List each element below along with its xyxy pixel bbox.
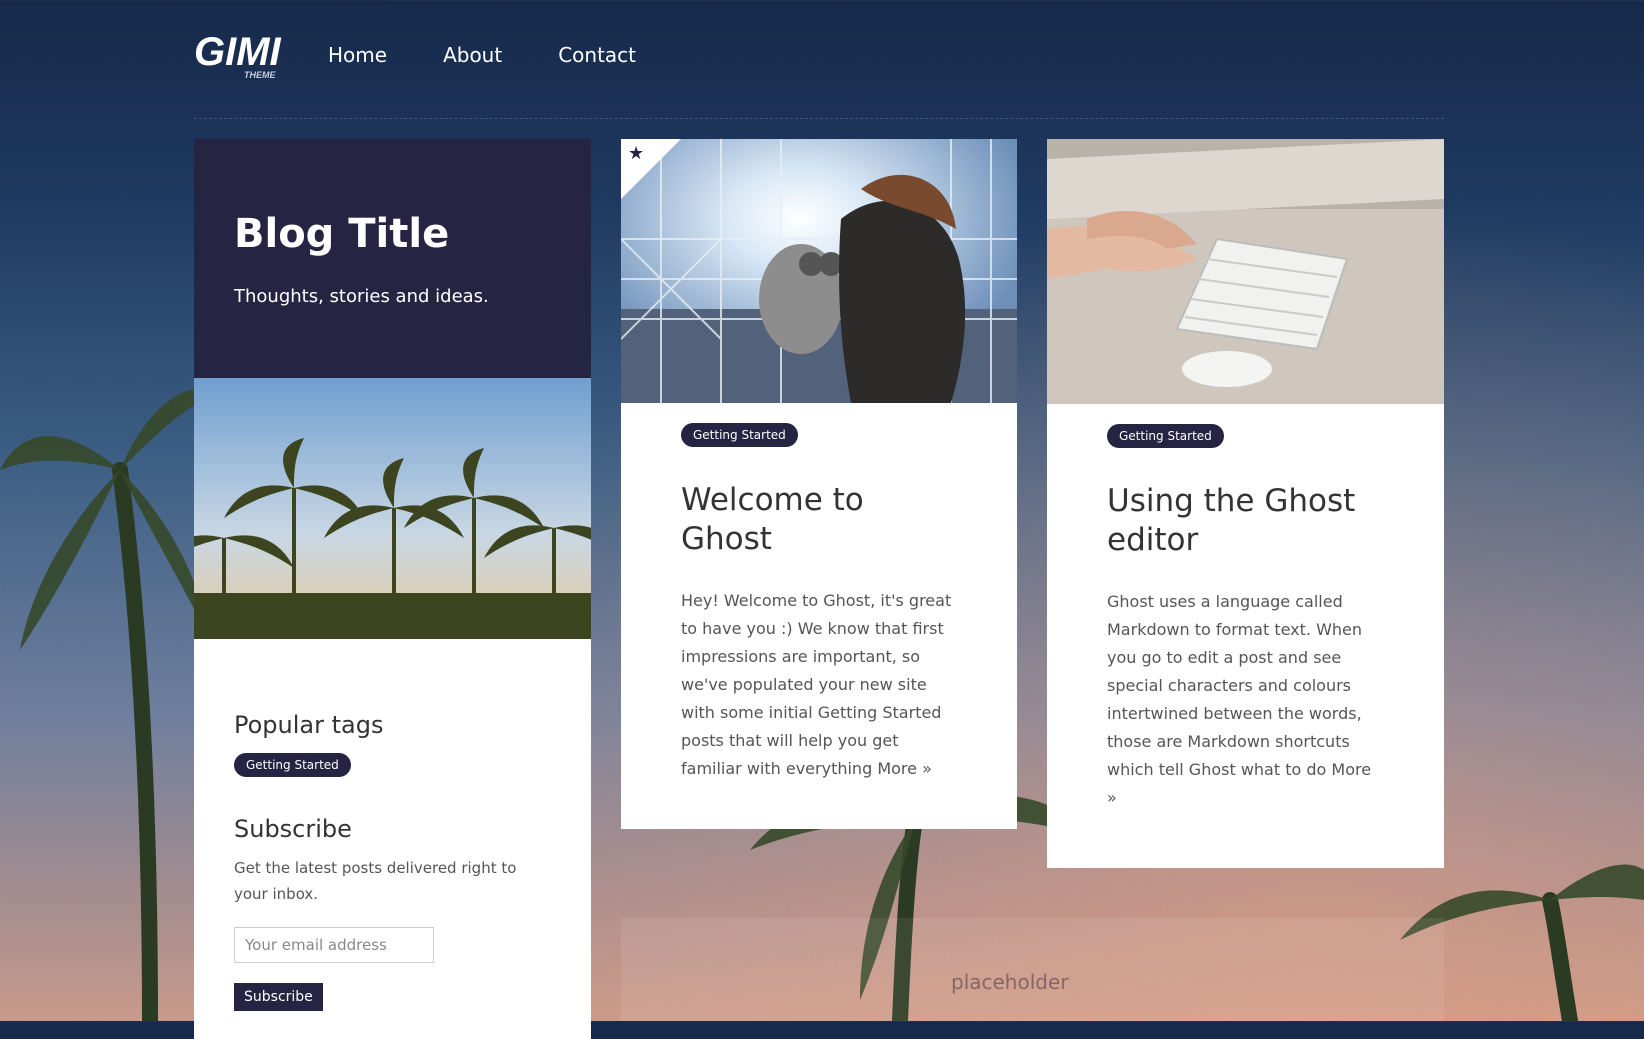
- post-content: Getting Started Welcome to Ghost Hey! We…: [621, 403, 1017, 783]
- post-tag[interactable]: Getting Started: [681, 423, 798, 447]
- sidebar-image: [194, 378, 591, 639]
- tag-getting-started[interactable]: Getting Started: [234, 753, 351, 777]
- post-excerpt: Hey! Welcome to Ghost, it's great to hav…: [681, 587, 957, 783]
- main-nav: Home About Contact: [328, 43, 636, 67]
- placeholder-text: placeholder: [951, 970, 1069, 994]
- post-tag[interactable]: Getting Started: [1107, 424, 1224, 448]
- star-icon: ★: [628, 143, 645, 164]
- blog-description: Thoughts, stories and ideas.: [234, 286, 489, 307]
- post-excerpt-text: Hey! Welcome to Ghost, it's great to hav…: [681, 591, 952, 778]
- subscribe-heading: Subscribe: [234, 815, 352, 843]
- post-excerpt: Ghost uses a language called Markdown to…: [1107, 588, 1384, 812]
- site-logo[interactable]: GIMI: [194, 32, 281, 72]
- post-title[interactable]: Using the Ghost editor: [1107, 482, 1384, 560]
- nav-about-link[interactable]: About: [443, 43, 502, 67]
- email-field[interactable]: Your email address: [234, 927, 434, 963]
- post-image[interactable]: [1047, 139, 1444, 404]
- nav-home-link[interactable]: Home: [328, 43, 387, 67]
- top-navigation-bar: GIMI THEME Home About Contact: [194, 0, 1444, 119]
- sidebar-card: Blog Title Thoughts, stories and ideas.: [194, 139, 591, 1039]
- post-content: Getting Started Using the Ghost editor G…: [1047, 404, 1444, 812]
- post-title[interactable]: Welcome to Ghost: [681, 481, 957, 559]
- post-image[interactable]: ★: [621, 139, 1017, 403]
- placeholder-card: placeholder: [621, 918, 1444, 1021]
- blog-title: Blog Title: [234, 211, 450, 257]
- blog-header: Blog Title Thoughts, stories and ideas.: [194, 139, 591, 378]
- subscribe-text: Get the latest posts delivered right to …: [234, 859, 517, 903]
- site-logo-subtitle: THEME: [244, 70, 276, 80]
- subscribe-button[interactable]: Subscribe: [234, 983, 323, 1011]
- popular-tags-heading: Popular tags: [234, 711, 384, 739]
- post-card[interactable]: ★ Getting Started Welcome to Ghost Hey! …: [621, 139, 1017, 829]
- read-more-link[interactable]: More »: [877, 759, 932, 778]
- sidebar-widgets: Popular tags Getting Started Subscribe G…: [194, 639, 591, 1011]
- post-card[interactable]: Getting Started Using the Ghost editor G…: [1047, 139, 1444, 868]
- post-excerpt-text: Ghost uses a language called Markdown to…: [1107, 592, 1363, 779]
- nav-contact-link[interactable]: Contact: [558, 43, 636, 67]
